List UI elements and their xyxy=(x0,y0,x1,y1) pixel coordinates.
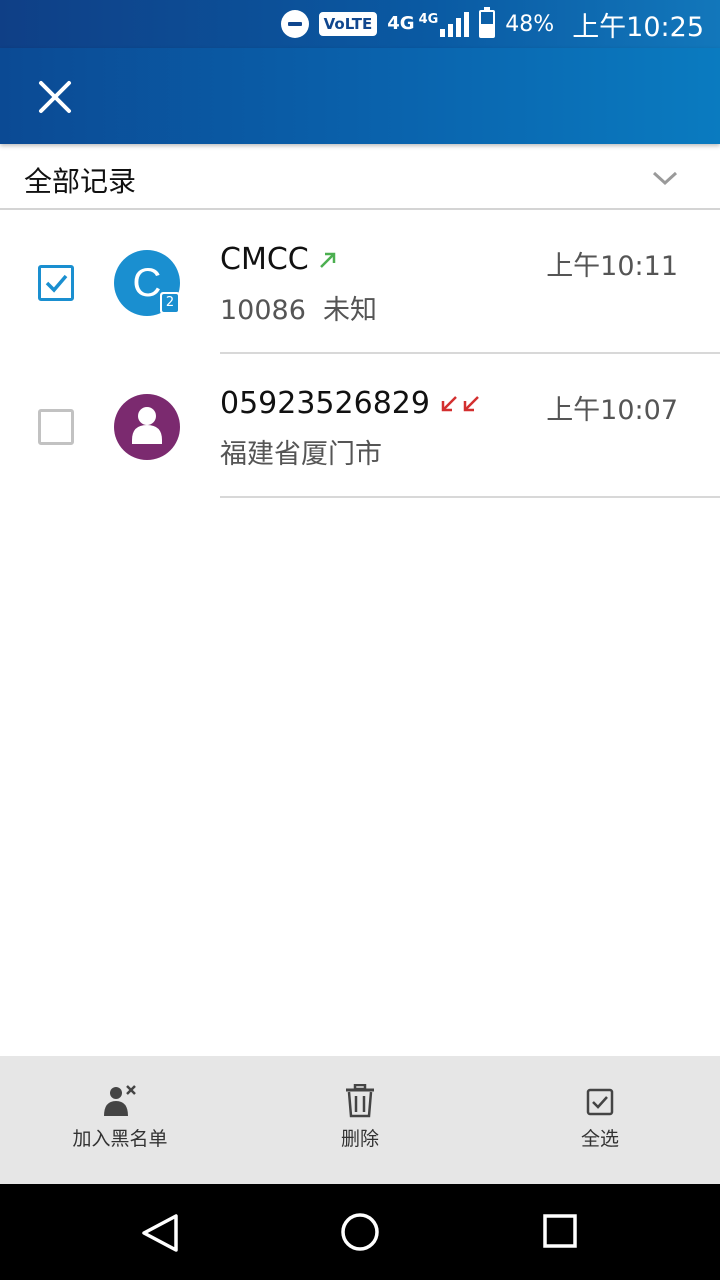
navigation-bar xyxy=(0,1184,720,1280)
select-checkbox[interactable] xyxy=(38,409,74,445)
signal-icon: 4G xyxy=(419,11,470,37)
home-icon xyxy=(341,1213,379,1251)
call-time: 上午10:07 xyxy=(546,395,678,426)
select-all-icon xyxy=(586,1088,614,1116)
select-all-label: 全选 xyxy=(580,1128,619,1150)
person-icon xyxy=(132,407,162,444)
call-log-item[interactable]: 05923526829 上午10:07 福建省厦门市 xyxy=(0,354,720,498)
chevron-down-icon xyxy=(652,171,678,186)
select-checkbox[interactable] xyxy=(38,265,74,301)
select-all-button[interactable]: 全选 xyxy=(480,1056,720,1184)
call-time: 上午10:11 xyxy=(546,251,678,282)
header-bar xyxy=(0,48,720,144)
clock: 上午10:25 xyxy=(572,11,704,43)
status-bar: VoLTE 4G 4G 48% 上午10:25 xyxy=(0,0,720,48)
block-contact-icon xyxy=(104,1085,136,1116)
trash-icon xyxy=(346,1084,374,1118)
home-button[interactable] xyxy=(340,1212,380,1256)
battery-icon xyxy=(479,7,496,38)
recents-icon xyxy=(543,1214,577,1248)
checkmark-icon xyxy=(45,274,68,293)
filter-dropdown[interactable]: 全部记录 xyxy=(0,148,720,210)
do-not-disturb-icon xyxy=(280,10,309,38)
volte-indicator: VoLTE xyxy=(318,12,378,36)
network-4g-icon: 4G xyxy=(387,13,415,34)
action-bar: 加入黑名单 删除 全选 xyxy=(0,1056,720,1184)
avatar xyxy=(114,394,180,460)
caller-name: 05923526829 xyxy=(220,386,430,421)
divider xyxy=(220,496,720,498)
blacklist-label: 加入黑名单 xyxy=(72,1128,168,1150)
battery-percent: 48% xyxy=(505,11,555,37)
outgoing-call-icon xyxy=(317,249,339,271)
filter-label: 全部记录 xyxy=(24,165,137,198)
call-detail: 福建省厦门市 xyxy=(220,439,382,470)
caller-name: CMCC xyxy=(220,242,309,277)
add-to-blacklist-button[interactable]: 加入黑名单 xyxy=(0,1056,240,1184)
delete-label: 删除 xyxy=(340,1128,379,1150)
close-button[interactable] xyxy=(30,72,80,122)
delete-button[interactable]: 删除 xyxy=(240,1056,480,1184)
recents-button[interactable] xyxy=(542,1212,578,1254)
call-detail: 10086 未知 xyxy=(220,295,378,326)
close-icon xyxy=(39,81,71,113)
caller-name-row: 05923526829 xyxy=(220,386,482,421)
call-log-item[interactable]: C 2 CMCC 上午10:11 10086 未知 xyxy=(0,210,720,354)
back-button[interactable] xyxy=(138,1212,182,1258)
missed-call-icon xyxy=(438,393,482,415)
sim-badge: 2 xyxy=(160,292,180,314)
back-icon xyxy=(142,1214,178,1252)
caller-name-row: CMCC xyxy=(220,242,339,277)
